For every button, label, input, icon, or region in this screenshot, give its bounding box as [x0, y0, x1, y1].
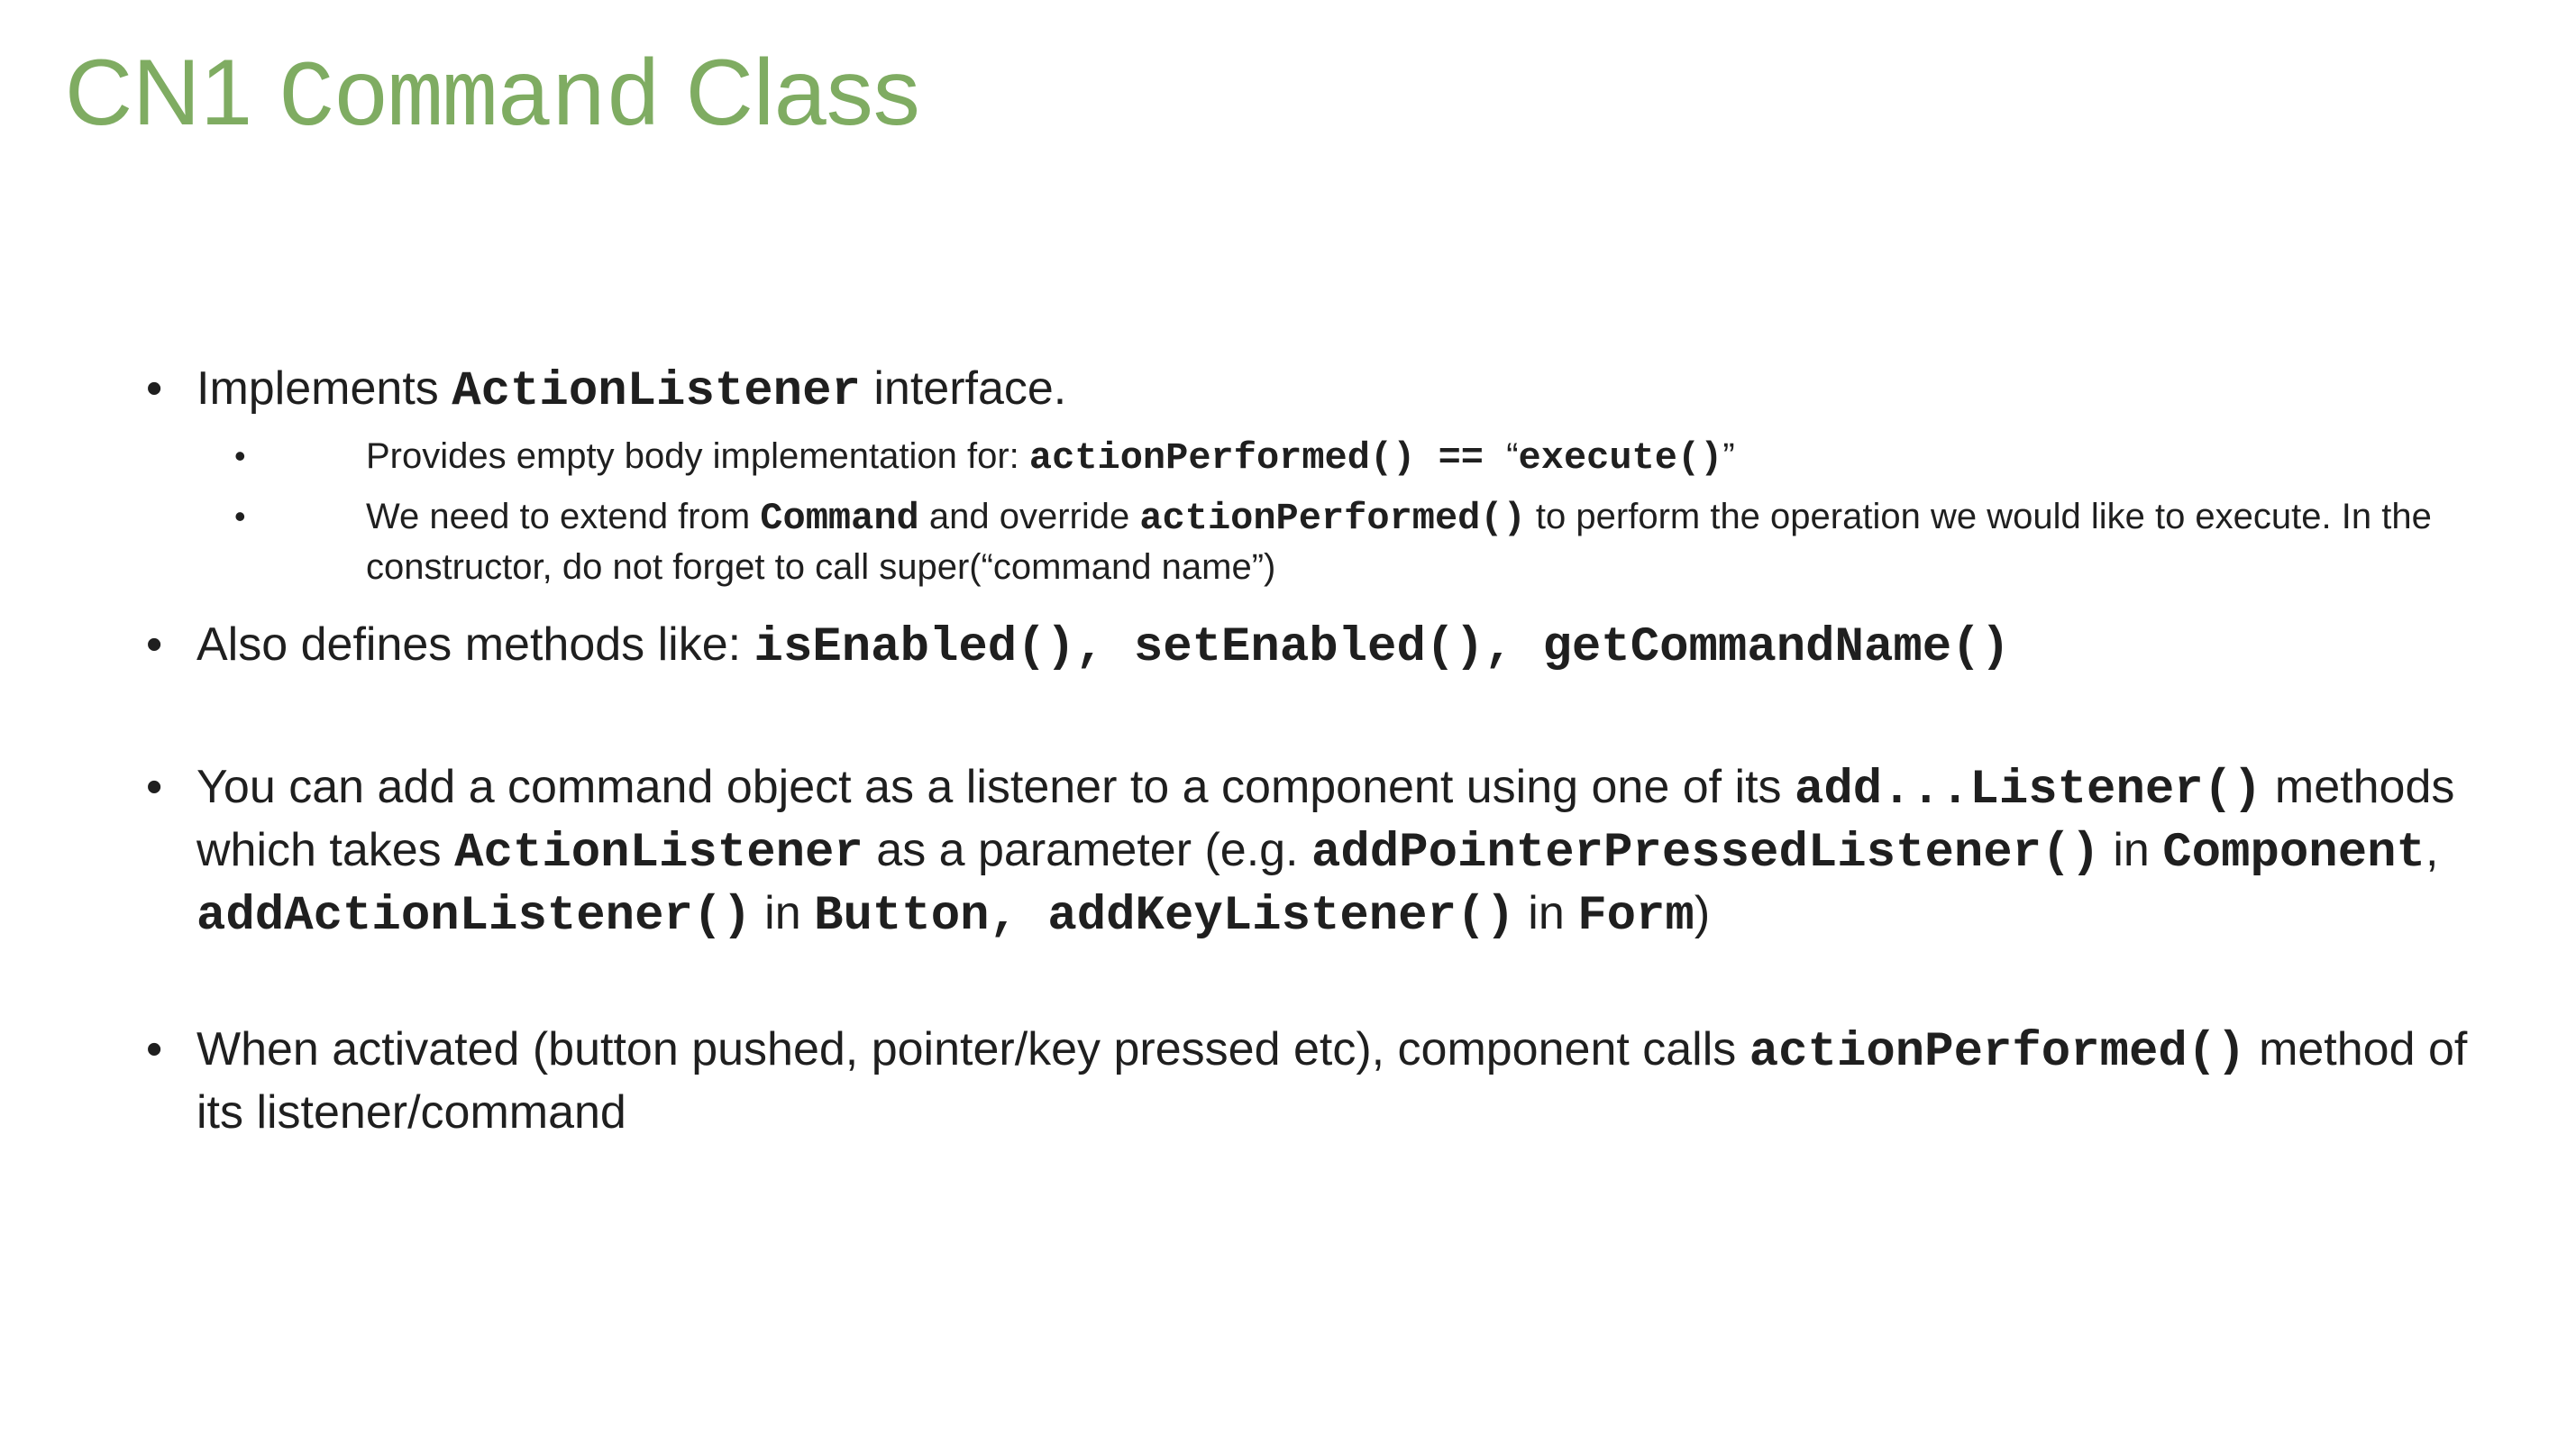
code-run: Button, addKeyListener() [814, 889, 1515, 944]
bullet-marker: • [146, 362, 163, 415]
bullet-text: Implements ActionListener interface. [196, 359, 2522, 422]
text-run: , [2425, 824, 2439, 876]
bullet-marker: • [146, 761, 163, 813]
text-run: Implements [196, 362, 452, 415]
code-run: ActionListener [454, 826, 863, 881]
slide-title: CN1 Command Class [65, 41, 920, 151]
bullet-marker: • [146, 1023, 163, 1075]
text-run: in [1514, 887, 1578, 939]
code-run: addPointerPressedListener() [1311, 826, 2100, 881]
code-run: actionPerformed() == [1028, 436, 1507, 480]
text-run: We need to extend from [366, 497, 761, 536]
title-part-command: Command [278, 47, 662, 153]
text-run: Provides empty body implementation for: [366, 436, 1029, 476]
text-run: and override [918, 497, 1140, 536]
title-part-cn1: CN1 [65, 41, 279, 145]
sub-bullet-text: We need to extend from Command and overr… [366, 492, 2466, 591]
text-run: ” [1722, 436, 1735, 476]
sub-bullet-marker: • [234, 437, 246, 474]
sub-bullet-text: Provides empty body implementation for: … [366, 432, 2466, 482]
bullet-text: When activated (button pushed, pointer/k… [196, 1020, 2522, 1142]
text-run: ) [1694, 887, 1711, 939]
text-run: “ [1506, 436, 1519, 476]
text-run: in [2099, 824, 2163, 876]
title-part-class: Class [659, 41, 920, 145]
text-run: in [751, 887, 815, 939]
code-run: Form [1577, 889, 1694, 944]
text-run: as a parameter (e.g. [863, 824, 1311, 876]
bullet-text: Also defines methods like: isEnabled(), … [196, 615, 2522, 678]
slide: CN1 Command Class • Implements ActionLis… [0, 0, 2576, 1437]
text-run: When activated (button pushed, pointer/k… [196, 1023, 1749, 1075]
code-run: isEnabled(), setEnabled(), getCommandNam… [754, 620, 2010, 675]
code-run: Command [760, 497, 919, 540]
code-run: Component [2162, 826, 2425, 881]
text-run: interface. [860, 362, 1067, 415]
text-run: You can add a command object as a listen… [196, 761, 1795, 813]
bullet-text: You can add a command object as a listen… [196, 757, 2522, 947]
sub-bullet-marker: • [234, 498, 246, 535]
code-run: addActionListener() [196, 889, 752, 944]
bullet-marker: • [146, 618, 163, 671]
code-run: actionPerformed() [1139, 497, 1526, 540]
code-run: actionPerformed() [1749, 1025, 2246, 1080]
code-run: execute() [1518, 436, 1723, 480]
code-run: ActionListener [452, 364, 861, 419]
code-run: add...Listener() [1794, 763, 2262, 818]
text-run: Also defines methods like: [196, 618, 754, 671]
